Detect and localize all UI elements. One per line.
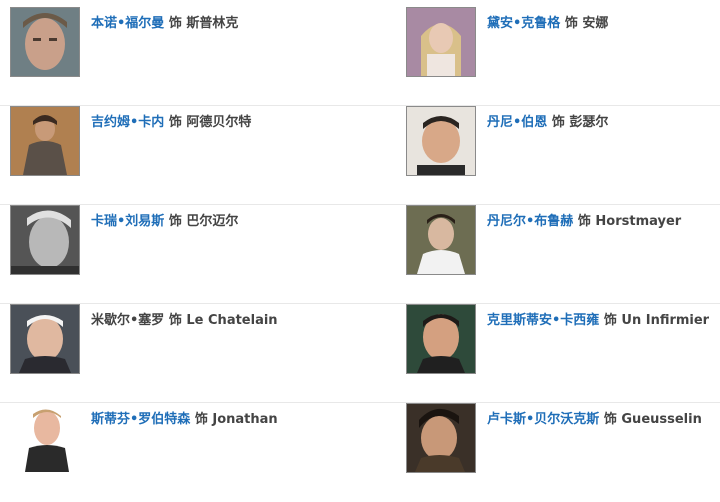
actor-name-link[interactable]: 卢卡斯•贝尔沃克斯 [487,412,599,427]
cast-caption: 卢卡斯•贝尔沃克斯 饰 Gueusselin [487,411,702,429]
role-name: Horstmayer [595,214,682,229]
role-name: 彭瑟尔 [569,115,609,130]
role-separator: 饰 [168,214,182,229]
cast-card: 吉约姆•卡内 饰 阿德贝尔特 [10,106,360,196]
cast-caption: 丹尼尔•布鲁赫 饰 Horstmayer [487,213,681,231]
actor-photo[interactable] [10,205,80,275]
cast-caption: 本诺•福尔曼 饰 斯普林克 [91,15,238,33]
actor-photo[interactable] [406,205,476,275]
role-name: Un Infirmier [621,313,710,328]
portrait-icon [407,107,475,175]
portrait-icon [11,404,79,472]
role-name: 安娜 [582,16,609,31]
role-separator: 饰 [564,16,578,31]
cast-card: 米歇尔•塞罗 饰 Le Chatelain [10,304,360,394]
cast-card: 丹尼尔•布鲁赫 饰 Horstmayer [406,205,720,295]
portrait-icon [407,206,475,274]
actor-photo[interactable] [406,106,476,176]
role-name: 阿德贝尔特 [186,115,252,130]
actor-photo[interactable] [10,7,80,77]
cast-card: 克里斯蒂安•卡西雍 饰 Un Infirmier [406,304,720,394]
actor-photo[interactable] [10,304,80,374]
role-separator: 饰 [577,214,591,229]
role-separator: 饰 [168,115,182,130]
actor-name-link[interactable]: 克里斯蒂安•卡西雍 [487,313,599,328]
cast-card: 卡瑞•刘易斯 饰 巴尔迈尔 [10,205,360,295]
cast-row: 米歇尔•塞罗 饰 Le Chatelain 克里斯蒂安•卡西雍 饰 Un Inf… [0,304,720,403]
cast-card: 黛安•克鲁格 饰 安娜 [406,7,720,97]
actor-name-link[interactable]: 丹尼•伯恩 [487,115,547,130]
actor-name-link[interactable]: 斯蒂芬•罗伯特森 [91,412,190,427]
portrait-icon [407,305,475,373]
role-separator: 饰 [168,16,182,31]
role-name: Le Chatelain [186,313,278,328]
cast-caption: 斯蒂芬•罗伯特森 饰 Jonathan [91,411,278,429]
actor-name-link[interactable]: 本诺•福尔曼 [91,16,164,31]
portrait-icon [407,8,475,76]
role-separator: 饰 [603,412,617,427]
portrait-icon [11,305,79,373]
actor-photo[interactable] [406,7,476,77]
role-name: Gueusselin [621,412,702,427]
role-name: Jonathan [212,412,278,427]
actor-name-link[interactable]: 丹尼尔•布鲁赫 [487,214,573,229]
cast-caption: 丹尼•伯恩 饰 彭瑟尔 [487,114,608,132]
actor-photo[interactable] [406,403,476,473]
role-name: 巴尔迈尔 [186,214,239,229]
actor-name-link[interactable]: 卡瑞•刘易斯 [91,214,164,229]
cast-card: 卢卡斯•贝尔沃克斯 饰 Gueusselin [406,403,720,493]
role-separator: 饰 [168,313,182,328]
role-separator: 饰 [551,115,565,130]
cast-card: 丹尼•伯恩 饰 彭瑟尔 [406,106,720,196]
cast-row: 斯蒂芬•罗伯特森 饰 Jonathan 卢卡斯•贝尔沃克斯 饰 Gueussel… [0,403,720,502]
portrait-icon [11,8,79,76]
actor-photo[interactable] [10,106,80,176]
role-name: 斯普林克 [186,16,239,31]
actor-name-link[interactable]: 黛安•克鲁格 [487,16,560,31]
role-separator: 饰 [194,412,208,427]
portrait-icon [11,206,79,274]
actor-name-link[interactable]: 吉约姆•卡内 [91,115,164,130]
cast-caption: 克里斯蒂安•卡西雍 饰 Un Infirmier [487,312,709,330]
cast-card: 本诺•福尔曼 饰 斯普林克 [10,7,360,97]
actor-photo[interactable] [406,304,476,374]
portrait-icon [407,404,475,472]
cast-card: 斯蒂芬•罗伯特森 饰 Jonathan [10,403,360,493]
cast-row: 卡瑞•刘易斯 饰 巴尔迈尔 丹尼尔•布鲁赫 饰 Horstmayer [0,205,720,304]
cast-list: 本诺•福尔曼 饰 斯普林克 黛安•克鲁格 饰 安娜 吉约姆•卡内 饰 阿德贝尔特… [0,0,720,486]
role-separator: 饰 [603,313,617,328]
actor-name: 米歇尔•塞罗 [91,313,165,328]
cast-caption: 米歇尔•塞罗 饰 Le Chatelain [91,312,278,330]
actor-photo[interactable] [10,403,80,473]
cast-caption: 卡瑞•刘易斯 饰 巴尔迈尔 [91,213,238,231]
portrait-icon [11,107,79,175]
cast-caption: 吉约姆•卡内 饰 阿德贝尔特 [91,114,251,132]
cast-caption: 黛安•克鲁格 饰 安娜 [487,15,608,33]
cast-row: 本诺•福尔曼 饰 斯普林克 黛安•克鲁格 饰 安娜 [0,7,720,106]
cast-row: 吉约姆•卡内 饰 阿德贝尔特 丹尼•伯恩 饰 彭瑟尔 [0,106,720,205]
